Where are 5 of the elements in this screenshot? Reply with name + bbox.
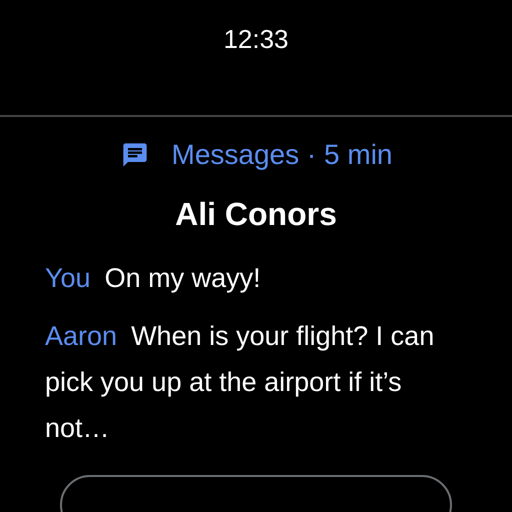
contact-name: Ali Conors (174, 196, 338, 233)
message: Aaron When is your flight? I can pick you up at the airport if it’s not… (45, 320, 436, 445)
message: You On my wayy! (45, 262, 262, 295)
clock-time: 12:33 (222, 23, 290, 56)
app-name: Messages · 5 min (172, 139, 392, 171)
